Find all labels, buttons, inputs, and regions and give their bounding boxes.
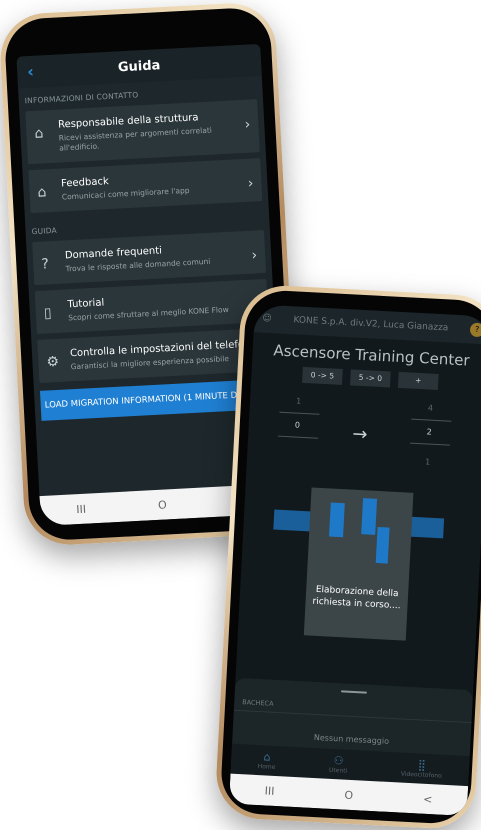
floor-selector: 1 0 → 4 2 1 (247, 394, 481, 476)
add-favorite-button[interactable]: + (397, 371, 439, 390)
page-title: Guida (117, 57, 161, 75)
book-icon: ▯ (43, 305, 53, 322)
loading-block (375, 526, 390, 564)
current-floor[interactable]: 0 (295, 421, 301, 430)
phone-elevator-screen: ☺ KONE S.p.A. div.V2, Luca Gianazza ? As… (214, 283, 481, 830)
favorite-trip-button[interactable]: 5 -> 0 (349, 369, 391, 388)
divider (278, 435, 319, 439)
user-icon[interactable]: ☺ (262, 314, 272, 324)
loading-block (329, 502, 345, 538)
divider (410, 442, 451, 446)
divider (411, 418, 452, 422)
processing-text: Elaborazione della richiesta in corso...… (312, 584, 401, 612)
chevron-right-icon: › (251, 247, 258, 264)
home-button[interactable]: O (344, 788, 353, 801)
target-floor[interactable]: 2 (426, 427, 432, 436)
home-button[interactable]: O (158, 498, 167, 511)
back-button[interactable]: < (423, 792, 433, 805)
user-selector[interactable]: KONE S.p.A. div.V2, Luca Gianazza (271, 314, 470, 334)
tab-label: Utenti (328, 766, 348, 775)
recents-button[interactable]: III (264, 784, 274, 797)
floor-label: 1 (424, 457, 431, 467)
recents-button[interactable]: III (76, 502, 86, 515)
gear-icon: ⚙ (46, 353, 60, 371)
question-icon: ? (40, 256, 50, 273)
floor-label: 4 (427, 403, 434, 413)
people-icon: ⚇ (333, 754, 344, 768)
arrow-right-icon: → (351, 423, 369, 446)
help-icon[interactable]: ? (469, 322, 481, 338)
tab-users[interactable]: ⚇ Utenti (329, 754, 348, 775)
favorite-trip-button[interactable]: 0 -> 5 (302, 366, 343, 385)
elevator-screen: ☺ KONE S.p.A. div.V2, Luca Gianazza ? As… (228, 304, 481, 817)
chevron-right-icon: › (247, 175, 254, 192)
processing-overlay: Elaborazione della richiesta in corso...… (303, 487, 414, 641)
tab-label: Home (257, 763, 276, 771)
divider (279, 411, 320, 415)
loading-block (361, 498, 378, 535)
chevron-left-icon[interactable]: ‹ (27, 62, 35, 81)
tab-label: Videocitofono (400, 770, 442, 780)
chevron-right-icon: › (244, 116, 251, 133)
building-icon: ⌂ (37, 184, 47, 201)
contact-item-facility-manager[interactable]: ⌂ Responsabile della struttura Ricevi as… (25, 99, 260, 165)
guide-item-phone-settings[interactable]: ⚙ Controlla le impostazioni del telefono… (37, 327, 272, 383)
tab-home[interactable]: ⌂ Home (258, 750, 277, 771)
contact-item-feedback[interactable]: ⌂ Feedback Comunicaci come migliorare l'… (28, 158, 263, 214)
building-icon: ⌂ (34, 125, 44, 142)
sheet-handle[interactable] (340, 690, 367, 694)
tab-intercom[interactable]: ⣿ Videocitofono (400, 758, 443, 780)
floor-label: 1 (295, 396, 302, 406)
home-icon: ⌂ (263, 750, 271, 764)
guide-item-tutorial[interactable]: ▯ Tutorial Scopri come sfruttare al megl… (34, 278, 269, 334)
